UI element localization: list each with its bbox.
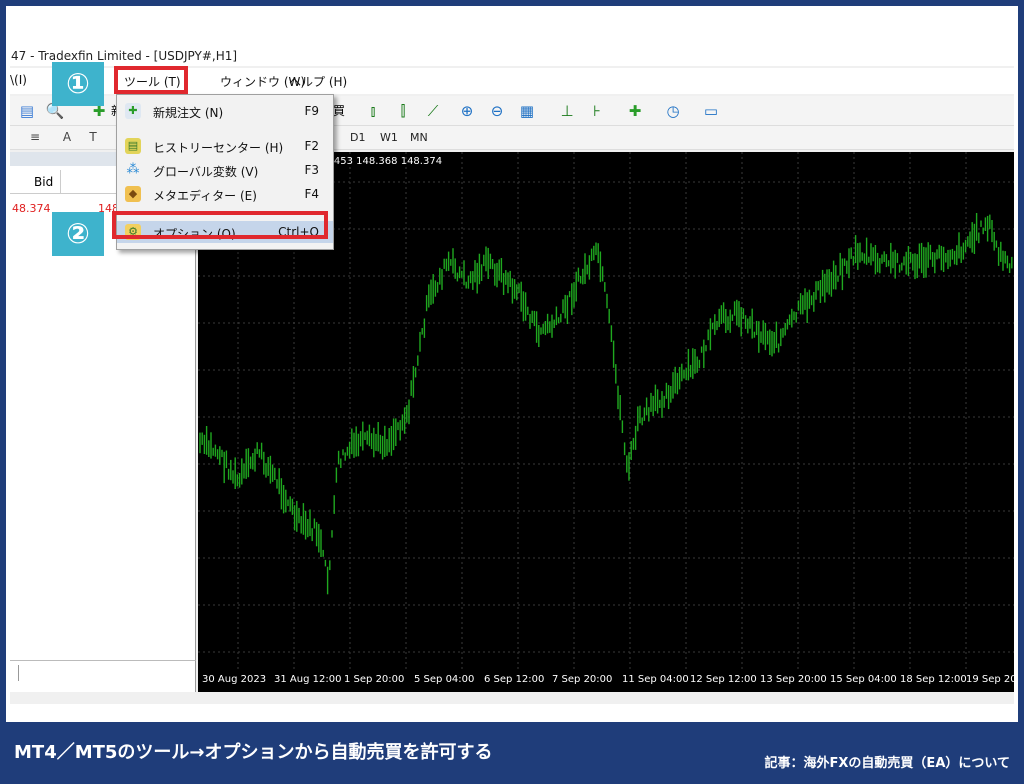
tools-menu-highlight: [114, 66, 188, 94]
splitter-handle[interactable]: [18, 665, 19, 681]
timeframe-d1[interactable]: D1: [350, 131, 365, 144]
x-axis-label: 18 Sep 12:00: [900, 674, 967, 685]
options-item-highlight: [112, 211, 328, 239]
horizontal-line-icon[interactable]: ≡: [24, 126, 46, 148]
text-label-icon[interactable]: T: [82, 126, 104, 148]
candlestick-icon[interactable]: ⫿: [392, 100, 414, 122]
new-order-icon: ✚: [125, 103, 141, 119]
x-axis-label: 19 Sep 20:00: [966, 674, 1014, 685]
x-axis-label: 12 Sep 12:00: [690, 674, 757, 685]
menu-insert[interactable]: \(I): [10, 73, 27, 87]
x-axis-label: 15 Sep 04:00: [830, 674, 897, 685]
menu-item-history-center[interactable]: ▤ ヒストリーセンター (H) F2: [117, 135, 333, 157]
step2-badge: ②: [52, 212, 104, 256]
x-axis-label: 13 Sep 20:00: [760, 674, 827, 685]
tile-windows-icon[interactable]: ▦: [516, 100, 538, 122]
x-axis-label: 1 Sep 20:00: [344, 674, 405, 685]
x-axis-label: 7 Sep 20:00: [552, 674, 613, 685]
global-variables-icon: ⁂: [126, 162, 140, 177]
menu-help[interactable]: ヘルプ (H): [289, 73, 347, 90]
periods-icon[interactable]: ◷: [662, 100, 684, 122]
x-axis-label: 11 Sep 04:00: [622, 674, 689, 685]
print-preview-icon[interactable]: ▤: [16, 100, 38, 122]
navigator-panel: [10, 660, 196, 686]
bar-chart-icon[interactable]: ⫾: [362, 100, 384, 122]
ohlc-readout: 48.453 148.368 148.374: [318, 156, 443, 167]
step1-badge: ①: [52, 62, 104, 106]
history-center-icon: ▤: [125, 138, 141, 154]
zoom-out-icon[interactable]: ⊖: [486, 100, 508, 122]
menu-item-new-order[interactable]: ✚ 新規注文 (N) F9: [117, 100, 333, 122]
caption-main: MT4／MT5のツール→オプションから自動売買を許可する: [14, 742, 493, 763]
metaeditor-icon: ◆: [125, 186, 141, 202]
autoscroll-icon[interactable]: ⊦: [586, 100, 608, 122]
templates-icon[interactable]: ▭: [700, 100, 722, 122]
screenshot-area: 47 - Tradexfin Limited - [USDJPY#,H1] \(…: [6, 6, 1018, 722]
caption-sub: 記事：海外FXの自動売買（EA）について: [764, 756, 1010, 771]
bid-column-header[interactable]: Bid: [34, 175, 53, 189]
mt4-window: 47 - Tradexfin Limited - [USDJPY#,H1] \(…: [10, 44, 1014, 704]
window-title: 47 - Tradexfin Limited - [USDJPY#,H1]: [10, 44, 1014, 66]
column-divider: [60, 170, 61, 194]
bid-value: 48.374: [12, 202, 51, 215]
line-chart-icon[interactable]: ⟋: [422, 100, 444, 122]
menu-item-global-variables[interactable]: ⁂ グローバル変数 (V) F3: [117, 159, 333, 181]
x-axis-label: 31 Aug 12:00: [274, 674, 342, 685]
zoom-in-icon[interactable]: ⊕: [456, 100, 478, 122]
x-axis-label: 30 Aug 2023: [202, 674, 267, 685]
timeframe-mn[interactable]: MN: [410, 131, 428, 144]
text-icon[interactable]: A: [56, 126, 78, 148]
x-axis-label: 5 Sep 04:00: [414, 674, 475, 685]
indicators-icon[interactable]: ✚: [624, 100, 646, 122]
timeframe-w1[interactable]: W1: [380, 131, 398, 144]
menu-item-metaeditor[interactable]: ◆ メタエディター (E) F4: [117, 183, 333, 205]
x-axis-label: 6 Sep 12:00: [484, 674, 545, 685]
article-frame: 47 - Tradexfin Limited - [USDJPY#,H1] \(…: [0, 0, 1024, 784]
chart-shift-icon[interactable]: ⊥: [556, 100, 578, 122]
